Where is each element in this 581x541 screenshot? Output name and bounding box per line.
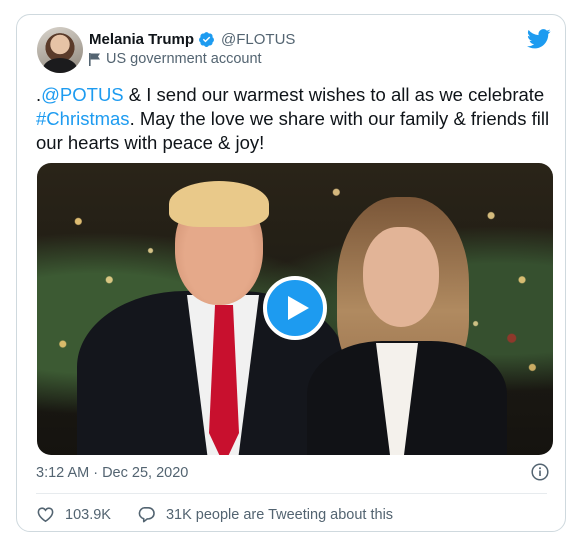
author-handle[interactable]: @FLOTUS <box>221 31 295 48</box>
author-name-row: Melania Trump @FLOTUS <box>89 31 295 48</box>
info-icon[interactable] <box>531 463 549 481</box>
author-avatar[interactable] <box>37 27 83 73</box>
twitter-bird-icon[interactable] <box>527 29 551 49</box>
heart-icon <box>37 507 54 523</box>
avatar-shoulders <box>43 58 77 73</box>
mention-link[interactable]: @POTUS <box>41 84 124 105</box>
government-account-label: US government account <box>106 51 262 67</box>
conversation-label: 31K people are Tweeting about this <box>165 506 394 523</box>
tweet-text: .@POTUS & I send our warmest wishes to a… <box>36 83 551 155</box>
government-account-row: US government account <box>89 51 262 67</box>
tweet-timestamp[interactable]: 3:12 AM · Dec 25, 2020 <box>36 465 188 481</box>
hashtag-link[interactable]: #Christmas <box>36 108 130 129</box>
action-divider <box>36 493 547 494</box>
government-flag-icon <box>89 52 100 66</box>
tweet-actions: 103.9K 31K people are Tweeting about thi… <box>36 505 419 524</box>
like-button[interactable]: 103.9K <box>36 505 111 524</box>
tweet-text-segment: & I send our warmest wishes to all as we… <box>123 84 545 105</box>
author-display-name[interactable]: Melania Trump <box>89 31 194 48</box>
video-figure-man-hair <box>169 181 269 227</box>
play-icon <box>287 296 309 320</box>
play-button[interactable] <box>263 276 327 340</box>
like-count: 103.9K <box>65 506 111 523</box>
verified-badge-icon <box>199 32 214 47</box>
conversation-button[interactable]: 31K people are Tweeting about this <box>137 505 393 524</box>
video-thumbnail[interactable] <box>37 163 553 455</box>
tweet-card: Melania Trump @FLOTUS US government acco… <box>16 14 566 532</box>
video-figure-woman-face <box>363 227 439 327</box>
conversation-icon <box>138 506 155 523</box>
